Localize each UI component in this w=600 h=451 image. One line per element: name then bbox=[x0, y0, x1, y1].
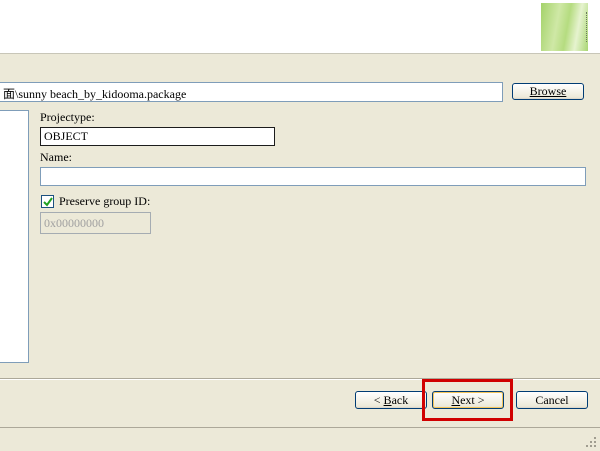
projecttype-label: Projectype: bbox=[40, 110, 95, 124]
cancel-button[interactable]: Cancel bbox=[516, 391, 588, 409]
name-label: Name: bbox=[40, 150, 72, 164]
back-prefix: < bbox=[373, 392, 384, 407]
header-graphic-edge bbox=[586, 12, 588, 42]
projecttype-field[interactable]: OBJECT bbox=[40, 127, 275, 146]
wizard-header bbox=[0, 0, 600, 54]
back-button[interactable]: < Back bbox=[355, 391, 427, 409]
back-rest: ack bbox=[391, 392, 409, 407]
preserve-group-checkbox[interactable] bbox=[41, 195, 54, 208]
browse-button[interactable]: Browse bbox=[512, 83, 584, 100]
checkmark-icon bbox=[42, 196, 53, 207]
cancel-label: Cancel bbox=[535, 392, 569, 407]
package-path-field[interactable]: 面\sunny beach_by_kidooma.package bbox=[0, 82, 503, 102]
resize-grip-icon[interactable] bbox=[585, 436, 597, 448]
header-graphic bbox=[541, 3, 588, 51]
status-bar bbox=[0, 427, 600, 451]
browse-label: Browse bbox=[529, 84, 567, 98]
group-id-field[interactable]: 0x00000000 bbox=[40, 212, 151, 234]
object-list[interactable] bbox=[0, 110, 29, 363]
name-field[interactable] bbox=[40, 167, 586, 186]
back-mnemonic: B bbox=[383, 392, 392, 407]
next-highlight-box bbox=[422, 379, 513, 421]
preserve-group-label: Preserve group ID: bbox=[59, 194, 151, 208]
